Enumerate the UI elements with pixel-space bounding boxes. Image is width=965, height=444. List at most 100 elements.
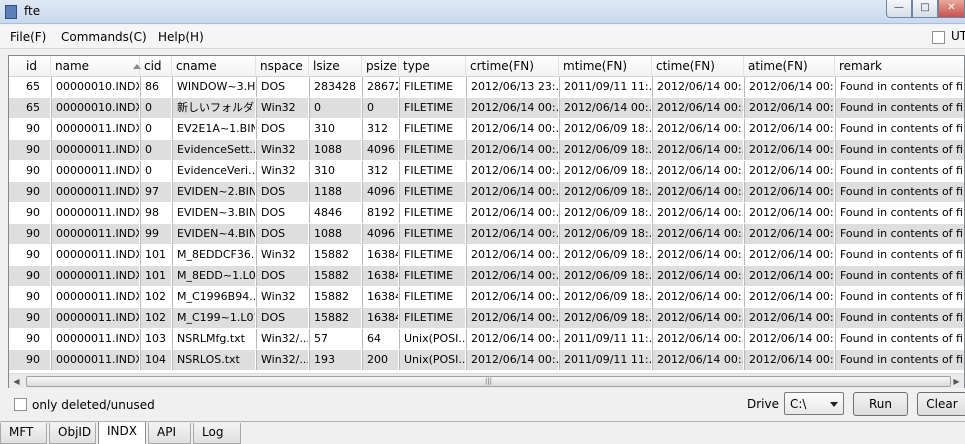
run-button[interactable]: Run — [853, 392, 908, 416]
cell-lsize: 57 — [309, 329, 362, 349]
menu-commands[interactable]: Commands(C) — [61, 30, 147, 44]
table-row[interactable]: 90 00000011.INDX 101 M_8EDDCF36... Win32 1588… — [9, 245, 964, 266]
cell-psize: 16384 — [362, 308, 399, 328]
table-row[interactable]: 90 00000011.INDX 103 NSRLMfg.txt Win32/... 57… — [9, 329, 964, 350]
drive-select[interactable]: C:\ — [784, 392, 844, 415]
cell-cid: 97 — [140, 182, 172, 202]
column-header-ctime-fn[interactable]: ctime(FN) — [652, 56, 744, 77]
table-row[interactable]: 90 00000011.INDX 99 EVIDEN~4.BIN DOS 1088 4096… — [9, 224, 964, 245]
tab-objid[interactable]: ObjID — [49, 423, 96, 444]
cell-ctime-fn: 2012/06/14 00:... — [652, 77, 744, 97]
minimize-button[interactable]: — — [886, 0, 912, 18]
menu-bar: File(F) Commands(C) Help(H) UT — [0, 25, 965, 49]
cell-cid: 101 — [140, 245, 172, 265]
cell-ctime-fn: 2012/06/14 00:... — [652, 329, 744, 349]
cell-crtime-fn: 2012/06/14 00:... — [466, 203, 559, 223]
ut-label: UT — [951, 29, 965, 43]
column-header-id[interactable]: id — [22, 56, 51, 77]
maximize-button[interactable]: □ — [912, 0, 938, 18]
cell-lsize: 15882 — [309, 245, 362, 265]
column-header-cid[interactable]: cid — [140, 56, 172, 77]
cell-remark: Found in contents of file — [835, 119, 964, 139]
cell-lsize: 15882 — [309, 287, 362, 307]
tab-log[interactable]: Log — [193, 423, 241, 444]
table-row[interactable]: 90 00000011.INDX 104 NSRLOS.txt Win32/... 193… — [9, 350, 964, 371]
scroll-left-icon[interactable]: ◀ — [9, 374, 24, 389]
cell-lsize: 1188 — [309, 182, 362, 202]
menu-help[interactable]: Help(H) — [158, 30, 204, 44]
table-row[interactable]: 90 00000011.INDX 98 EVIDEN~3.BIN DOS 4846 8192… — [9, 203, 964, 224]
scroll-right-icon[interactable]: ▶ — [949, 374, 964, 389]
cell-lsize: 0 — [309, 98, 362, 118]
cell-id: 90 — [22, 140, 51, 160]
cell-psize: 312 — [362, 119, 399, 139]
cell-atime-fn: 2012/06/14 00:... — [744, 203, 835, 223]
cell-type: Unix(POSI... — [399, 350, 466, 370]
cell-psize: 0 — [362, 98, 399, 118]
column-header-lsize[interactable]: lsize — [309, 56, 362, 77]
cell-crtime-fn: 2012/06/14 00:... — [466, 350, 559, 370]
cell-lsize: 1088 — [309, 224, 362, 244]
cell-atime-fn: 2012/06/14 00:... — [744, 224, 835, 244]
cell-type: FILETIME — [399, 161, 466, 181]
column-header-atime-fn[interactable]: atime(FN) — [744, 56, 835, 77]
table-row[interactable]: 90 00000011.INDX 101 M_8EDD~1.L01 DOS 15882 16… — [9, 266, 964, 287]
table-row[interactable]: 90 00000011.INDX 97 EVIDEN~2.BIN DOS 1188 4096… — [9, 182, 964, 203]
cell-ctime-fn: 2012/06/14 00:... — [652, 119, 744, 139]
cell-mtime-fn: 2012/06/09 18:... — [559, 203, 652, 223]
cell-cname: M_8EDD~1.L01 — [172, 266, 256, 286]
cell-type: FILETIME — [399, 203, 466, 223]
cell-lsize: 310 — [309, 119, 362, 139]
cell-lsize: 283428 — [309, 77, 362, 97]
cell-crtime-fn: 2012/06/14 00:... — [466, 119, 559, 139]
cell-lsize: 15882 — [309, 266, 362, 286]
cell-type: FILETIME — [399, 245, 466, 265]
cell-psize: 16384 — [362, 245, 399, 265]
table-row[interactable]: 90 00000011.INDX 0 EvidenceSett... Win32 1088… — [9, 140, 964, 161]
cell-cid: 101 — [140, 266, 172, 286]
cell-cname: NSRLMfg.txt — [172, 329, 256, 349]
cell-nspace: Win32 — [256, 140, 309, 160]
table-row[interactable]: 90 00000011.INDX 102 M_C199~1.L01 DOS 15882 16… — [9, 308, 964, 329]
tab-mft[interactable]: MFT — [0, 423, 47, 444]
close-button[interactable]: ✕ — [938, 0, 965, 18]
cell-crtime-fn: 2012/06/14 00:... — [466, 224, 559, 244]
tab-api[interactable]: API — [148, 423, 191, 444]
cell-nspace: DOS — [256, 182, 309, 202]
cell-cname: M_C199~1.L01 — [172, 308, 256, 328]
cell-cname: WINDOW~3.H... — [172, 77, 256, 97]
tab-indx[interactable]: INDX — [98, 422, 146, 444]
table-row[interactable]: 90 00000011.INDX 102 M_C1996B94... Win32 1588… — [9, 287, 964, 308]
column-header-type[interactable]: type — [399, 56, 466, 77]
cell-cid: 0 — [140, 98, 172, 118]
table-row[interactable]: 90 00000011.INDX 0 EV2E1A~1.BIN DOS 310 312 FIL… — [9, 119, 964, 140]
table-row[interactable]: 6500000010.INDX86WINDOW~3.H...DOS2834282… — [9, 77, 964, 98]
table-row[interactable]: 90 00000011.INDX 0 EvidenceVeri... Win32 310 3… — [9, 161, 964, 182]
cell-nspace: DOS — [256, 308, 309, 328]
cell-ctime-fn: 2012/06/14 00:... — [652, 224, 744, 244]
cell-ctime-fn: 2012/06/14 00:... — [652, 245, 744, 265]
column-header-mtime-fn[interactable]: mtime(FN) — [559, 56, 652, 77]
column-header-psize[interactable]: psize — [362, 56, 399, 77]
cell-cname: EvidenceVeri... — [172, 161, 256, 181]
horizontal-scrollbar[interactable]: ◀ ||| ▶ — [9, 373, 964, 388]
cell-id: 65 — [22, 98, 51, 118]
only-deleted-checkbox[interactable] — [14, 398, 27, 411]
clear-button[interactable]: Clear — [917, 392, 965, 416]
cell-id: 90 — [22, 329, 51, 349]
cell-mtime-fn: 2012/06/09 18:... — [559, 140, 652, 160]
table-row[interactable]: 65 00000010.INDX 0 新しいフォルダ... Win32 0 0 FILETIM… — [9, 98, 964, 119]
column-header-crtime-fn[interactable]: crtime(FN) — [466, 56, 559, 77]
cell-ctime-fn: 2012/06/14 00:... — [652, 203, 744, 223]
menu-file[interactable]: File(F) — [10, 30, 46, 44]
cell-id: 90 — [22, 245, 51, 265]
column-header-name[interactable]: name — [51, 56, 140, 77]
ut-checkbox[interactable] — [932, 31, 945, 44]
column-header-nspace[interactable]: nspace — [256, 56, 309, 77]
column-header-cname[interactable]: cname — [172, 56, 256, 77]
cell-psize: 4096 — [362, 182, 399, 202]
scrollbar-thumb[interactable]: ||| — [26, 376, 951, 387]
column-header-remark[interactable]: remark — [835, 56, 964, 77]
cell-name: 00000011.INDX — [51, 245, 140, 265]
results-table[interactable]: id name cid cname nspace lsize psize type crtime… — [8, 55, 965, 388]
